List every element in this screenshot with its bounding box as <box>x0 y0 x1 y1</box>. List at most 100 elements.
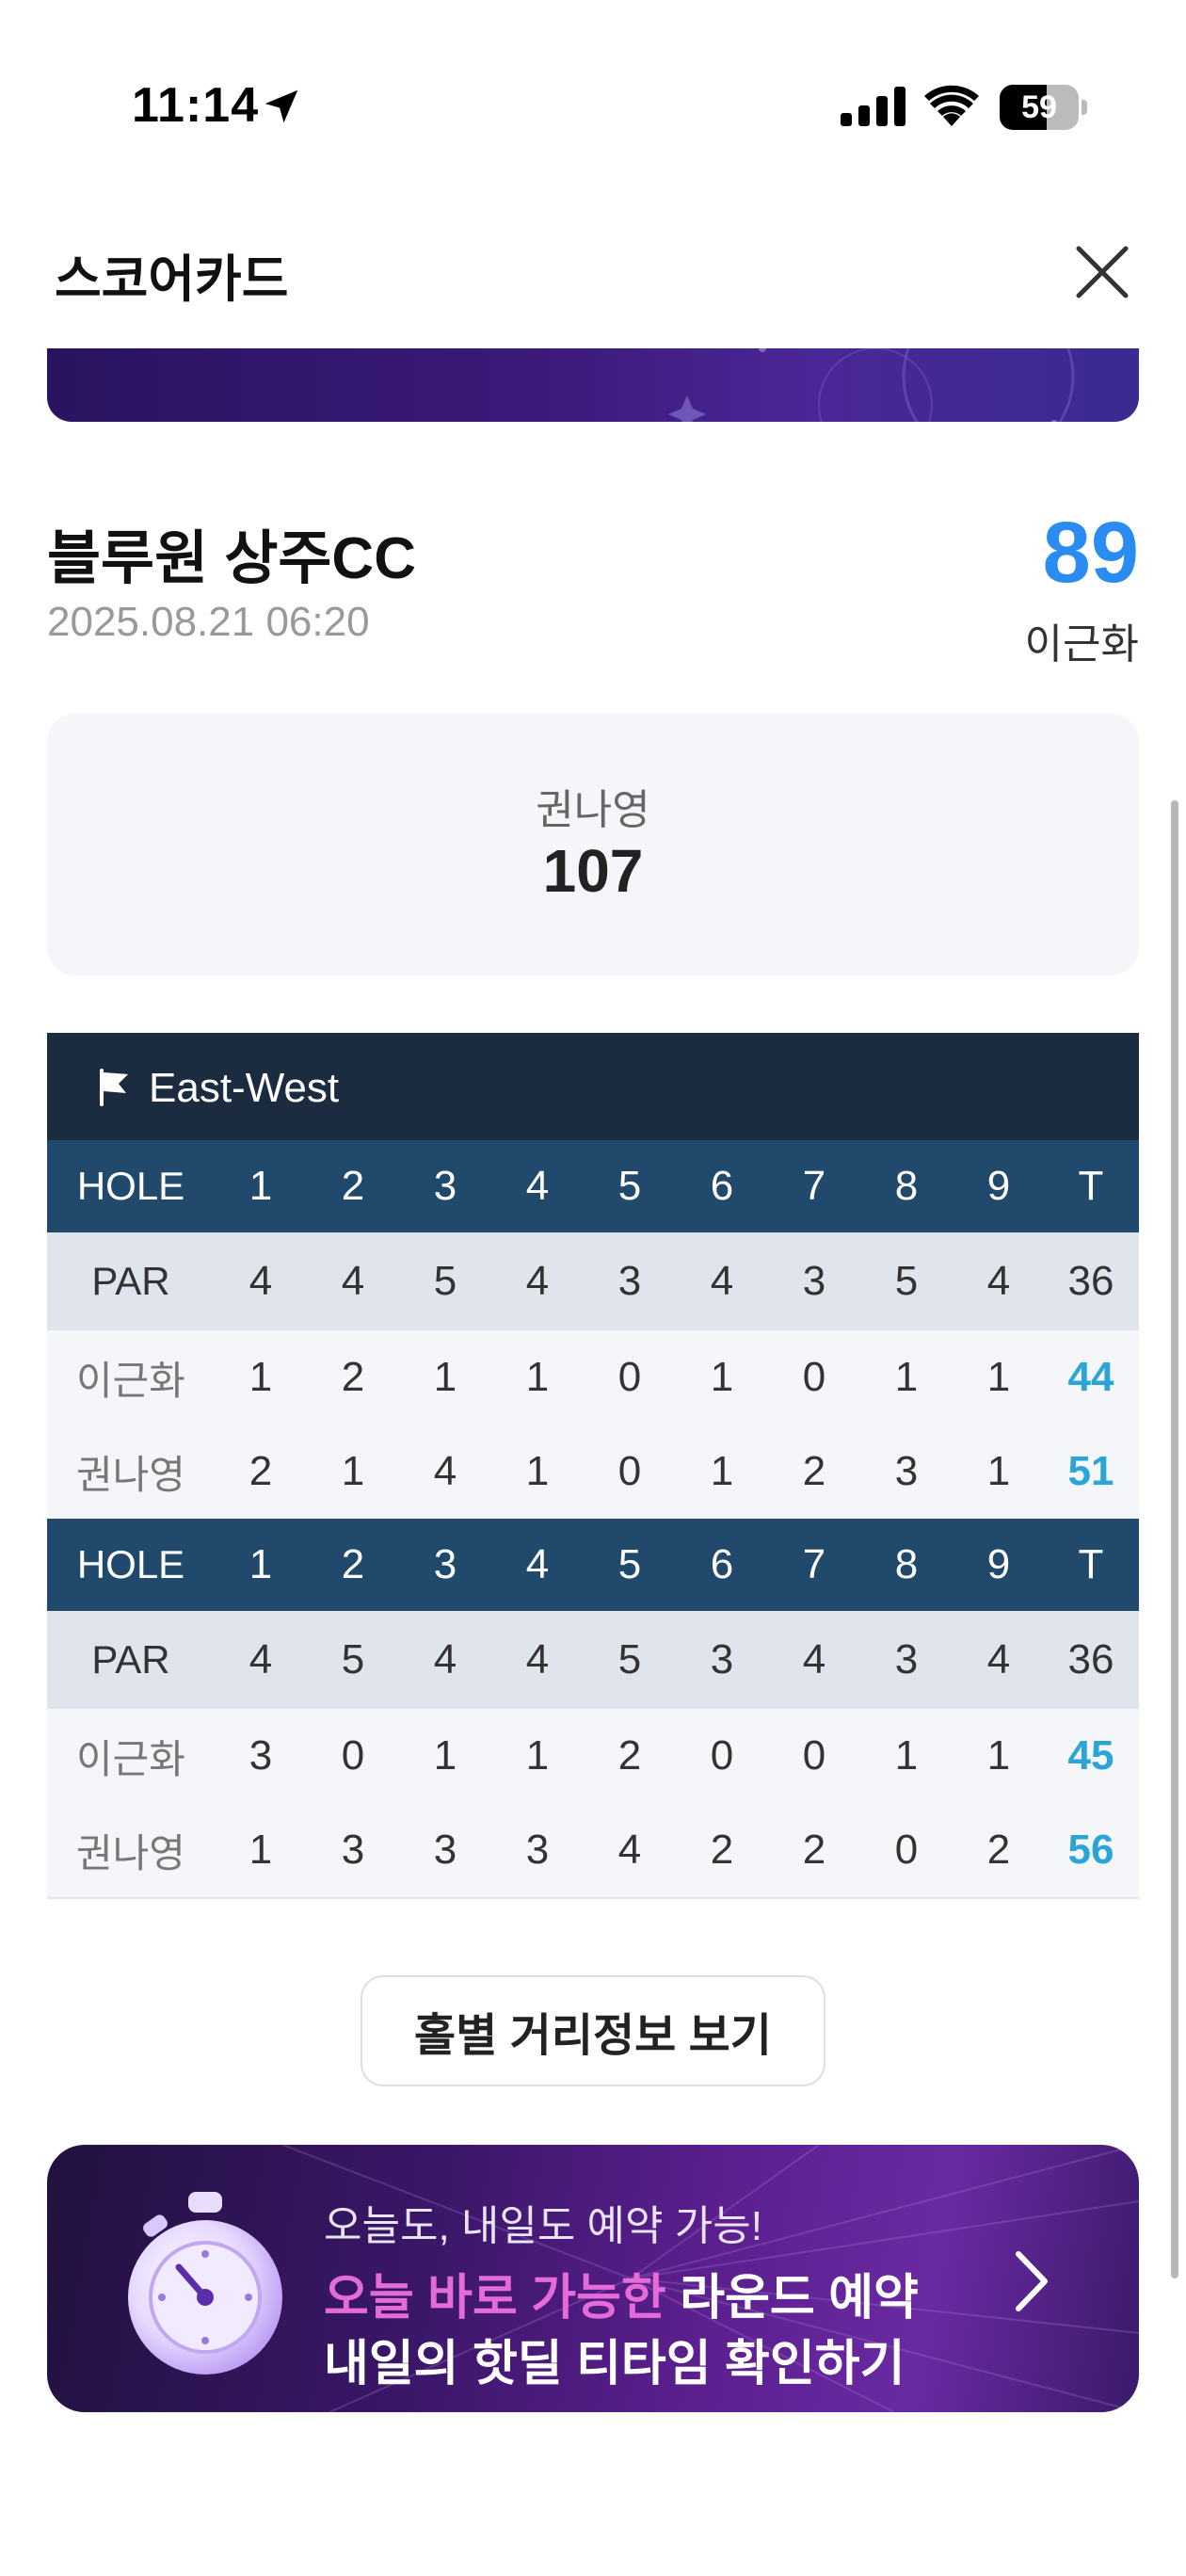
close-icon[interactable] <box>1073 243 1131 301</box>
stroke-cell: 0 <box>341 1732 365 1779</box>
par-cell: 5 <box>341 1636 365 1682</box>
hole-number-cell: 5 <box>617 1163 642 1209</box>
stroke-cell: 2 <box>986 1827 1011 1873</box>
par-label-cell: PAR <box>91 1259 170 1303</box>
hole-number-cell: 9 <box>986 1163 1011 1209</box>
stroke-cell: 2 <box>802 1827 826 1873</box>
stroke-cell: 3 <box>433 1827 457 1873</box>
battery-level: 59 <box>1021 89 1057 125</box>
par-cell: 4 <box>525 1636 550 1682</box>
battery-cap <box>1082 100 1087 115</box>
player-name-cell: 권나영 <box>76 1452 185 1497</box>
hole-number-cell: 4 <box>525 1541 550 1587</box>
stroke-cell: 1 <box>525 1354 550 1400</box>
par-cell: 4 <box>525 1258 550 1304</box>
player-name-cell: 권나영 <box>76 1830 185 1876</box>
opponent-name: 권나영 <box>536 787 650 833</box>
par-cell: 4 <box>710 1258 734 1304</box>
hole-label-cell: HOLE <box>76 1164 185 1208</box>
stroke-cell: 0 <box>802 1354 826 1400</box>
stroke-cell: 2 <box>341 1354 365 1400</box>
stroke-cell: 2 <box>248 1448 273 1494</box>
hole-number-cell: 6 <box>710 1163 734 1209</box>
stroke-cell: 3 <box>894 1448 919 1494</box>
stroke-cell: 1 <box>986 1448 1011 1494</box>
player-name-cell: 이근화 <box>76 1736 185 1781</box>
scrollbar[interactable] <box>1171 800 1178 2278</box>
hole-number-cell: 9 <box>986 1541 1011 1587</box>
stroke-cell: 0 <box>894 1827 919 1873</box>
total-cell: 36 <box>1067 1258 1114 1304</box>
par-cell: 5 <box>433 1258 457 1304</box>
stroke-cell: 2 <box>802 1448 826 1494</box>
stroke-cell: 1 <box>341 1448 365 1494</box>
hole-number-cell: 7 <box>802 1163 826 1209</box>
stroke-cell: 0 <box>802 1732 826 1779</box>
flag-icon <box>100 1069 128 1106</box>
stroke-cell: 1 <box>525 1448 550 1494</box>
stroke-cell: 1 <box>986 1354 1011 1400</box>
stroke-cell: 0 <box>617 1448 642 1494</box>
top-banner[interactable] <box>47 348 1139 422</box>
par-cell: 3 <box>710 1636 734 1682</box>
opponent-total-score: 107 <box>542 837 644 905</box>
hole-number-cell: 3 <box>433 1541 457 1587</box>
stroke-cell: 0 <box>617 1354 642 1400</box>
stroke-cell: 1 <box>433 1354 457 1400</box>
stroke-cell: 4 <box>617 1827 642 1873</box>
stroke-cell: 1 <box>248 1827 273 1873</box>
battery-icon: 59 <box>1000 85 1087 130</box>
hole-row: HOLE 1 2 3 4 5 6 7 8 9 T <box>47 1140 1139 1232</box>
stroke-cell: 1 <box>894 1354 919 1400</box>
total-cell: 45 <box>1067 1732 1114 1779</box>
total-cell: 56 <box>1067 1827 1114 1873</box>
player-score-row: 이근화 3 0 1 1 2 0 0 1 1 45 <box>47 1709 1139 1805</box>
page-title: 스코어카드 <box>55 251 289 308</box>
total-cell: 36 <box>1067 1636 1114 1682</box>
par-cell: 4 <box>986 1258 1011 1304</box>
par-row: PAR 4 5 4 4 5 3 4 3 4 36 <box>47 1611 1139 1709</box>
player-score-row: 권나영 2 1 4 1 0 1 2 3 1 51 <box>47 1425 1139 1521</box>
hole-number-cell: 4 <box>525 1163 550 1209</box>
stopwatch-icon <box>128 2192 282 2375</box>
stroke-cell: 1 <box>710 1354 734 1400</box>
par-cell: 3 <box>617 1258 642 1304</box>
stroke-cell: 1 <box>894 1732 919 1779</box>
stroke-cell: 2 <box>617 1732 642 1779</box>
par-cell: 5 <box>617 1636 642 1682</box>
my-total-score: 89 <box>1042 505 1139 601</box>
course-header: East-West <box>47 1033 1139 1140</box>
promo-line-2: 오늘 바로 가능한 라운드 예약 <box>324 2258 919 2328</box>
promo-line-1: 오늘도, 내일도 예약 가능! <box>324 2203 762 2249</box>
promo-banner[interactable]: 오늘도, 내일도 예약 가능! 오늘 바로 가능한 라운드 예약 내일의 핫딜 … <box>47 2145 1139 2412</box>
par-cell: 3 <box>802 1258 826 1304</box>
hole-number-cell: 1 <box>248 1541 273 1587</box>
player-name-cell: 이근화 <box>76 1358 185 1403</box>
player-score-row: 권나영 1 3 3 3 4 2 2 0 2 56 <box>47 1803 1139 1899</box>
course-name: 블루원 상주CC <box>47 526 416 591</box>
stroke-cell: 1 <box>710 1448 734 1494</box>
hole-distance-button[interactable]: 홀별 거리정보 보기 <box>361 1975 825 2086</box>
stroke-cell: 2 <box>710 1827 734 1873</box>
stroke-cell: 3 <box>525 1827 550 1873</box>
par-cell: 4 <box>248 1258 273 1304</box>
par-cell: 4 <box>341 1258 365 1304</box>
banner-decoration <box>668 348 1075 422</box>
par-cell: 4 <box>248 1636 273 1682</box>
hole-number-cell: 6 <box>710 1541 734 1587</box>
stroke-cell: 0 <box>710 1732 734 1779</box>
par-cell: 5 <box>894 1258 919 1304</box>
hole-number-cell: 7 <box>802 1541 826 1587</box>
stroke-cell: 1 <box>525 1732 550 1779</box>
par-label-cell: PAR <box>91 1637 170 1682</box>
hole-label-cell: HOLE <box>76 1542 185 1586</box>
promo-highlight: 오늘 바로 가능한 <box>324 2271 666 2326</box>
par-cell: 3 <box>894 1636 919 1682</box>
stroke-cell: 1 <box>986 1732 1011 1779</box>
stroke-cell: 4 <box>433 1448 457 1494</box>
par-cell: 4 <box>802 1636 826 1682</box>
chevron-right-icon[interactable] <box>1007 2248 1054 2314</box>
hole-number-cell: 3 <box>433 1163 457 1209</box>
my-player-name: 이근화 <box>1024 621 1139 668</box>
promo-line-2-rest: 라운드 예약 <box>665 2271 919 2326</box>
